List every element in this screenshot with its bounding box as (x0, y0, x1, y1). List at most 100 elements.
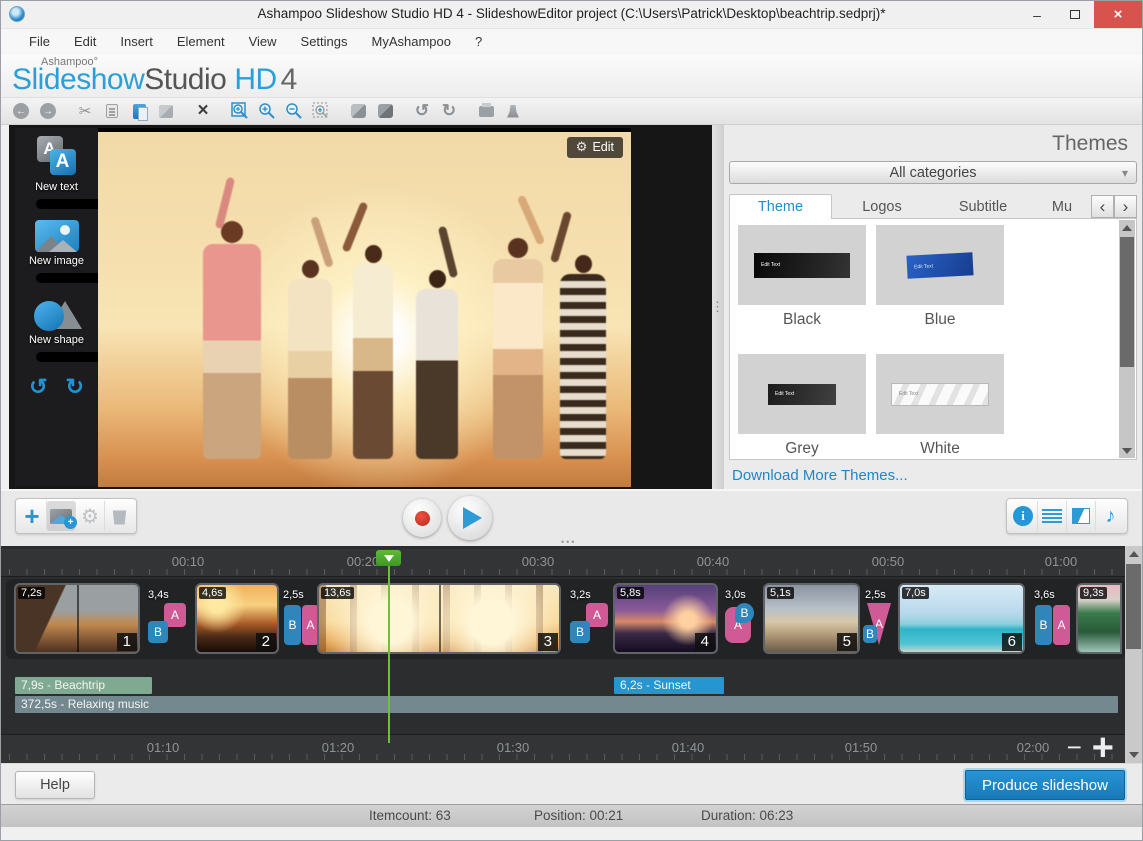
scroll-down-icon[interactable] (1119, 443, 1135, 458)
tool-tab-divider (36, 273, 98, 283)
zoom-selection-button[interactable] (311, 101, 331, 121)
slide-buttons-group: + + ⚙ (15, 498, 137, 534)
transition-out-button[interactable] (375, 101, 395, 121)
timeline-clip-6[interactable]: 7,0s 6 (898, 583, 1025, 654)
theme-item-white[interactable]: Edit Text White (876, 354, 1004, 458)
themes-scrollbar[interactable] (1119, 220, 1135, 458)
menu-element[interactable]: Element (165, 29, 237, 55)
undo-button[interactable]: ← (11, 101, 31, 121)
timeline-clip-3[interactable]: 13,6s 3 (317, 583, 561, 654)
theme-name: Grey (785, 440, 819, 457)
timeline-ruler-bottom[interactable]: 01:10 01:20 01:30 01:40 01:50 02:00 (1, 734, 1125, 763)
menu-myashampoo[interactable]: MyAshampoo (360, 29, 463, 55)
transition-5[interactable]: 2,5s A B (863, 589, 897, 649)
menu-edit[interactable]: Edit (62, 29, 108, 55)
transition-duration: 3,2s (570, 589, 591, 601)
zoom-in-button[interactable] (257, 101, 277, 121)
transition-6[interactable]: 3,6s B A (1032, 589, 1072, 649)
close-button[interactable]: × (1094, 1, 1142, 28)
timeline-clip-2[interactable]: 4,6s 2 (195, 583, 279, 654)
new-image-button[interactable]: New image (15, 215, 98, 289)
new-text-button[interactable]: AA New text (15, 136, 98, 215)
timeline-zoom-out-button[interactable]: − (1067, 732, 1082, 763)
timeline-clip-5[interactable]: 5,1s 5 (763, 583, 860, 654)
transition-1[interactable]: 3,4s A B (146, 589, 188, 649)
print-button[interactable] (476, 101, 496, 121)
menu-view[interactable]: View (237, 29, 289, 55)
help-button[interactable]: Help (15, 771, 95, 799)
settings-button[interactable]: ⚙ (76, 501, 105, 531)
category-dropdown[interactable]: All categories ▾ (729, 161, 1137, 184)
theme-item-grey[interactable]: Edit Text Grey (738, 354, 866, 458)
scrollbar-thumb[interactable] (1126, 564, 1141, 649)
play-button[interactable] (448, 496, 492, 540)
rotate-ccw-button[interactable]: ↺ (29, 376, 47, 398)
zoom-fit-button[interactable] (230, 101, 250, 121)
audio-clip-beachtrip[interactable]: 7,9s - Beachtrip (15, 677, 152, 694)
scrollbar-thumb[interactable] (1120, 237, 1134, 367)
transition-duration: 2,5s (283, 589, 304, 601)
tab-theme[interactable]: Theme (729, 194, 832, 219)
clip-duration: 7,0s (902, 587, 929, 599)
record-button[interactable] (403, 499, 441, 537)
zoom-out-button[interactable] (284, 101, 304, 121)
tab-music[interactable]: Mu (1034, 195, 1090, 219)
transition-4[interactable]: 3,0s A B (723, 589, 765, 649)
paste-icon (132, 103, 148, 121)
copy-button[interactable] (102, 101, 122, 121)
align-button[interactable] (1038, 501, 1067, 531)
timeline-zoom-in-button[interactable]: + (1092, 729, 1114, 767)
delete-button[interactable]: × (193, 100, 213, 121)
transition-in-button[interactable] (348, 101, 368, 121)
produce-slideshow-button[interactable]: Produce slideshow (965, 770, 1125, 800)
audio-clip-sunset[interactable]: 6,2s - Sunset (614, 677, 724, 694)
music-button[interactable]: ♪ (1096, 501, 1125, 531)
add-slide-button[interactable]: + (18, 501, 47, 531)
status-bar: Itemcount: 63 Position: 00:21 Duration: … (1, 804, 1142, 827)
playhead-marker[interactable] (376, 550, 401, 566)
transition-duration: 3,0s (725, 589, 746, 601)
rotate-right-button[interactable]: ↻ (439, 101, 459, 121)
delete-slide-button[interactable] (105, 501, 134, 531)
theme-item-black[interactable]: Edit Text Black (738, 225, 866, 329)
tab-logos[interactable]: Logos (832, 195, 932, 219)
menu-file[interactable]: File (17, 29, 62, 55)
add-image-button[interactable]: + (47, 501, 77, 531)
redo-button[interactable]: → (38, 101, 58, 121)
timeline-clip-4[interactable]: 5,8s 4 (613, 583, 718, 654)
scroll-down-icon[interactable] (1125, 747, 1142, 763)
transition-button[interactable] (1067, 501, 1096, 531)
new-shape-button[interactable]: New shape (15, 289, 98, 368)
tabs-next-button[interactable]: › (1114, 195, 1137, 218)
rotate-cw-button[interactable]: ↻ (66, 376, 84, 398)
scroll-up-icon[interactable] (1119, 220, 1135, 235)
menu-settings[interactable]: Settings (289, 29, 360, 55)
record-narration-button[interactable] (503, 101, 523, 121)
paste-button[interactable] (129, 101, 149, 121)
theme-item-blue[interactable]: Edit Text Blue (876, 225, 1004, 329)
download-more-themes-link[interactable]: Download More Themes... (729, 467, 1137, 484)
tab-subtitle[interactable]: Subtitle (932, 195, 1034, 219)
timeline-clip-7[interactable]: 9,3s (1076, 583, 1122, 654)
menu-help[interactable]: ? (463, 29, 494, 55)
rotate-left-button[interactable]: ↺ (412, 101, 432, 121)
scroll-up-icon[interactable] (1125, 546, 1142, 562)
minimize-button[interactable]: – (1018, 1, 1056, 28)
transition-3[interactable]: 3,2s A B (568, 589, 610, 649)
duplicate-button[interactable] (156, 101, 176, 121)
timeline-ruler-top[interactable]: 00:10 00:20 00:30 00:40 00:50 01:00 (1, 549, 1125, 577)
timeline-clip-1[interactable]: 7,2s 1 (14, 583, 140, 654)
info-button[interactable]: i (1009, 501, 1038, 531)
controls-row: + + ⚙ i ♪ ••• (1, 489, 1142, 547)
cut-button[interactable]: ✂ (75, 101, 95, 121)
panel-splitter[interactable]: ⋮ (711, 125, 724, 489)
slide-preview-image[interactable]: ⚙ Edit (98, 128, 631, 487)
status-itemcount: Itemcount: 63 (369, 808, 451, 823)
record-icon (414, 510, 430, 526)
audio-clip-relaxing-music[interactable]: 372,5s - Relaxing music (15, 696, 1118, 713)
timeline-scrollbar[interactable] (1125, 546, 1142, 763)
maximize-button[interactable] (1056, 1, 1094, 28)
tabs-prev-button[interactable]: ‹ (1091, 195, 1114, 218)
menu-insert[interactable]: Insert (108, 29, 165, 55)
edit-slide-button[interactable]: ⚙ Edit (566, 137, 623, 158)
